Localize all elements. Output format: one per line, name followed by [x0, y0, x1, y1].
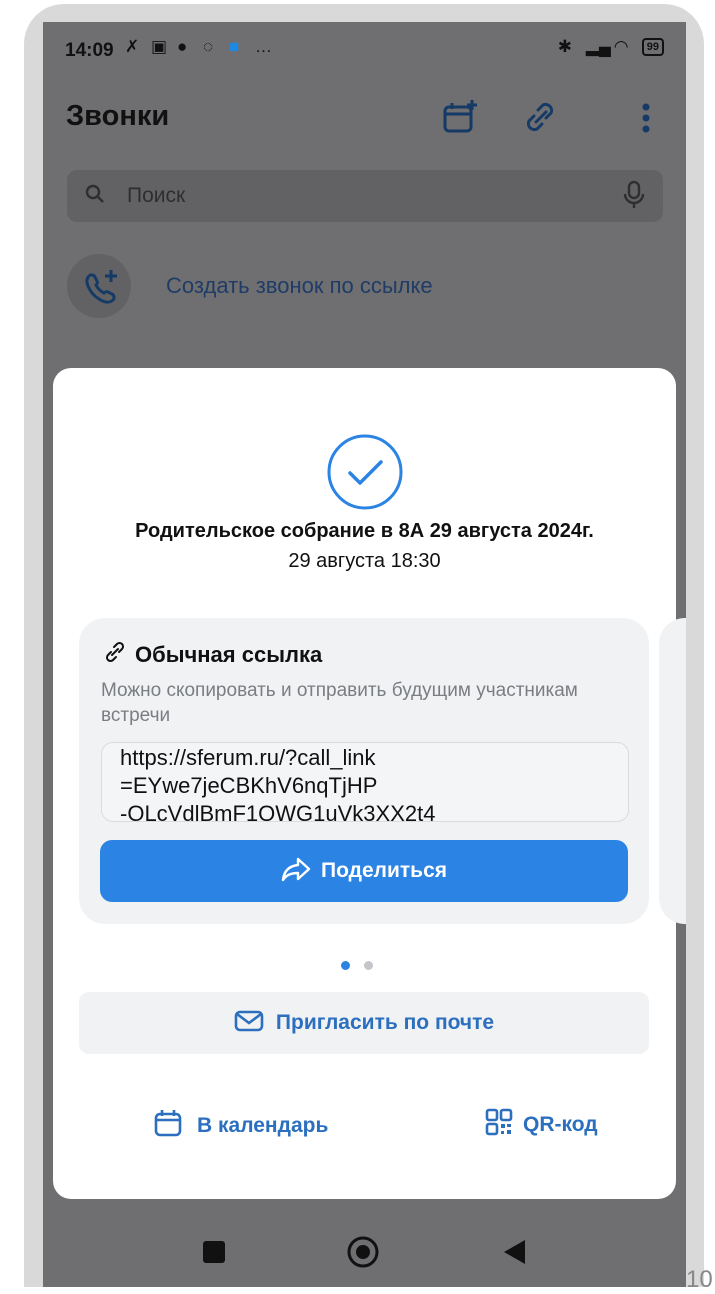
back-button[interactable]	[501, 1238, 527, 1271]
meeting-link-sheet: Родительское собрание в 8А 29 августа 20…	[53, 368, 686, 1199]
pager-dot[interactable]	[364, 961, 373, 970]
next-card-peek[interactable]	[659, 618, 686, 924]
nfc-icon: ▣	[151, 37, 168, 56]
link-line: =EYwe7jeCBKhV6nqTjHP	[120, 773, 378, 798]
page-title: Звонки	[66, 100, 170, 132]
qr-code-button[interactable]: QR-код	[485, 1108, 598, 1141]
pager-dot-active[interactable]	[341, 961, 350, 970]
meeting-time: 29 августа 18:30	[288, 550, 441, 572]
search-input[interactable]: Поиск	[67, 170, 663, 222]
link-line: https://sferum.ru/?call_link	[120, 745, 376, 770]
mail-icon	[234, 1009, 264, 1038]
link-icon[interactable]	[518, 96, 562, 140]
phone-screen: 14:09 ✗ ▣ ● ◌ ■ … ✱ ▂▄ ◠ 99 Звонки Поиск…	[43, 22, 686, 1287]
create-call-by-link[interactable]: Создать звонок по ссылке	[67, 254, 663, 318]
wifi-icon: ◠	[613, 37, 629, 56]
share-button[interactable]: Поделиться	[100, 840, 628, 902]
search-icon	[83, 182, 107, 211]
search-placeholder: Поиск	[127, 184, 186, 207]
battery-indicator: 99	[641, 38, 664, 56]
link-card-title: Обычная ссылка	[135, 641, 323, 667]
recent-apps-button[interactable]	[203, 1241, 225, 1263]
microphone-icon[interactable]	[623, 180, 645, 215]
qr-code-icon	[485, 1108, 513, 1141]
home-button[interactable]	[345, 1234, 381, 1275]
qr-code-label: QR-код	[523, 1112, 598, 1136]
calendar-plus-icon[interactable]	[438, 96, 482, 140]
check-circle-icon	[325, 432, 405, 517]
pager-dots	[341, 961, 373, 970]
app-bar: Звонки	[43, 90, 686, 146]
more-vertical-icon[interactable]	[624, 96, 668, 140]
mute-icon: ✗	[125, 37, 140, 56]
link-card: Обычная ссылка Можно скопировать и отпра…	[79, 618, 649, 924]
phone-plus-icon	[67, 254, 131, 318]
link-card-description: Можно скопировать и отправить будущим уч…	[101, 680, 578, 726]
invite-by-email-button[interactable]: Пригласить по почте	[79, 992, 649, 1054]
whatsapp-icon: ◌	[203, 37, 214, 56]
meeting-title: Родительское собрание в 8А 29 августа 20…	[135, 520, 594, 542]
chat-icon: ●	[177, 37, 188, 56]
status-bar: 14:09 ✗ ▣ ● ◌ ■ … ✱ ▂▄ ◠ 99	[43, 22, 686, 80]
share-button-label: Поделиться	[320, 859, 448, 882]
status-time: 14:09	[65, 40, 114, 61]
more-notifications-icon: …	[255, 37, 272, 56]
add-to-calendar-label: В календарь	[197, 1113, 329, 1137]
link-field[interactable]: https://sferum.ru/?call_link =EYwe7jeCBK…	[101, 742, 629, 822]
create-call-label: Создать звонок по ссылке	[166, 273, 433, 298]
add-to-calendar-button[interactable]: В календарь	[153, 1108, 328, 1143]
system-navigation-bar	[43, 1218, 686, 1287]
link-line: -OLcVdlBmF1QWG1uVk3XX2t4	[120, 801, 436, 822]
invite-by-email-label: Пригласить по почте	[275, 1011, 495, 1034]
app-notification-icon: ■	[229, 37, 240, 56]
bluetooth-icon: ✱	[557, 37, 572, 56]
share-icon	[281, 856, 311, 887]
system-icons: ✱ ▂▄ ◠ 99	[558, 38, 664, 56]
notification-icons: ✗ ▣ ● ◌ ■ …	[125, 38, 273, 56]
link-card-header: Обычная ссылка	[103, 640, 322, 669]
signal-icon: ▂▄	[585, 37, 611, 56]
calendar-icon	[153, 1108, 183, 1143]
page-number: 10	[686, 1266, 713, 1293]
link-icon	[103, 640, 127, 669]
